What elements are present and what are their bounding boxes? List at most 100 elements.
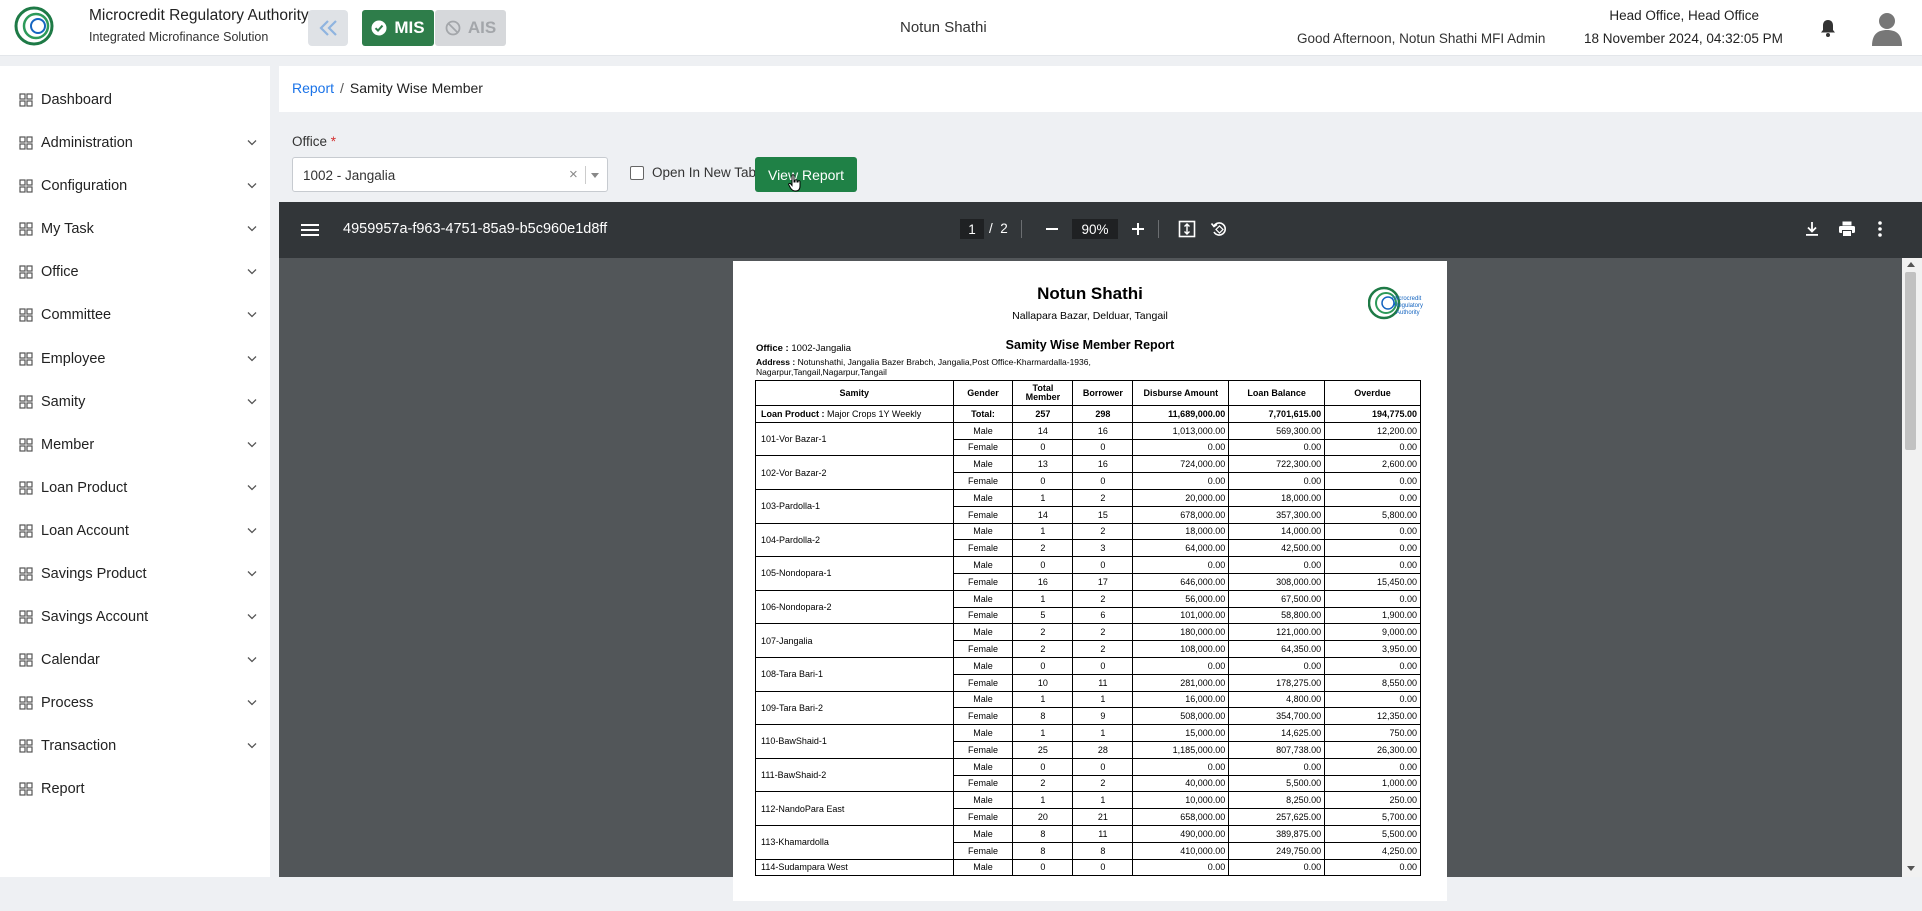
user-avatar-icon[interactable] xyxy=(1870,10,1904,46)
value-cell: 2 xyxy=(1012,623,1074,642)
sidebar-item-configuration[interactable]: Configuration xyxy=(0,170,270,202)
table-row: 101-Vor Bazar-1 Male 14 16 1,013,000.00 569,3… xyxy=(755,421,1421,457)
chevron-down-icon[interactable] xyxy=(591,173,599,178)
view-report-button[interactable]: View Report xyxy=(755,157,857,192)
samity-cell: 110-BawShaid-1 xyxy=(755,724,954,759)
check-circle-icon xyxy=(371,20,387,36)
value-cell: 2 xyxy=(1012,774,1074,793)
breadcrumb-card xyxy=(279,66,1922,112)
value-cell: 26,300.00 xyxy=(1324,740,1421,759)
sidebar-item-savings-account[interactable]: Savings Account xyxy=(0,601,270,633)
svg-text:Authority: Authority xyxy=(1396,310,1420,316)
value-cell: 646,000.00 xyxy=(1132,572,1230,591)
ais-button[interactable]: AIS xyxy=(435,10,506,46)
value-cell: 180,000.00 xyxy=(1132,623,1230,642)
sidebar-item-office[interactable]: Office xyxy=(0,256,270,288)
table-row: 107-Jangalia Male 2 2 180,000.00 121,000.00 9,… xyxy=(755,623,1421,658)
gender-cell: Female xyxy=(952,740,1014,759)
gender-cell: Female xyxy=(952,640,1014,658)
sidebar-collapse-button[interactable] xyxy=(308,10,348,46)
value-cell: 3,950.00 xyxy=(1324,640,1421,658)
value-cell: 1 xyxy=(1012,522,1074,541)
value-cell: 0.00 xyxy=(1324,690,1421,709)
sidebar-item-committee[interactable]: Committee xyxy=(0,299,270,331)
sidebar-item-samity[interactable]: Samity xyxy=(0,386,270,418)
scroll-down-arrow[interactable] xyxy=(1907,866,1915,871)
value-cell: 490,000.00 xyxy=(1132,824,1230,843)
download-icon[interactable] xyxy=(1804,221,1820,237)
toolbar-divider xyxy=(1158,220,1159,238)
value-cell: 11 xyxy=(1072,673,1134,692)
office-select[interactable]: 1002 - Jangalia × xyxy=(292,157,608,192)
total-balance-cell: 7,701,615.00 xyxy=(1228,405,1326,423)
sidebar-item-dashboard[interactable]: Dashboard xyxy=(0,84,270,116)
sidebar-item-savings-product[interactable]: Savings Product xyxy=(0,558,270,590)
more-vertical-icon[interactable] xyxy=(1877,220,1883,238)
value-cell: 16 xyxy=(1072,455,1134,474)
sidebar-item-employee[interactable]: Employee xyxy=(0,343,270,375)
gender-cell: Female xyxy=(952,606,1014,625)
top-header: Microcredit Regulatory Authority Integra… xyxy=(0,0,1922,56)
value-cell: 0 xyxy=(1012,858,1074,877)
value-cell: 0 xyxy=(1072,438,1134,457)
gender-cell: Male xyxy=(952,455,1014,474)
samity-cell: 106-Nondopara-2 xyxy=(755,589,954,625)
report-org-name: Notun Shathi xyxy=(1037,284,1143,303)
chevron-down-icon xyxy=(247,140,257,146)
page-number-input[interactable]: 1 xyxy=(960,219,984,239)
sidebar-item-transaction[interactable]: Transaction xyxy=(0,730,270,762)
loan-account-icon xyxy=(19,524,33,538)
sidebar-item-loan-account[interactable]: Loan Account xyxy=(0,515,270,547)
fit-page-icon[interactable] xyxy=(1178,220,1196,238)
open-new-tab-label: Open In New Tab xyxy=(652,165,757,180)
value-cell: 0.00 xyxy=(1132,656,1230,675)
value-cell: 8 xyxy=(1012,707,1074,726)
gender-cell: Male xyxy=(952,690,1014,709)
zoom-out-icon[interactable] xyxy=(1045,222,1059,236)
samity-icon xyxy=(19,395,33,409)
sidebar-item-administration[interactable]: Administration xyxy=(0,127,270,159)
open-new-tab-checkbox[interactable]: Open In New Tab xyxy=(630,165,756,180)
value-cell: 0.00 xyxy=(1132,858,1230,877)
sidebar-item-my-task[interactable]: My Task xyxy=(0,213,270,245)
gender-cell: Female xyxy=(952,841,1014,860)
value-cell: 569,300.00 xyxy=(1228,421,1326,440)
zoom-in-icon[interactable] xyxy=(1131,222,1145,236)
table-row: 109-Tara Bari-2 Male 1 1 16,000.00 4,800.00 0.… xyxy=(755,690,1421,726)
greeting-text: Good Afternoon, Notun Shathi MFI Admin xyxy=(1297,31,1546,46)
sidebar-item-process[interactable]: Process xyxy=(0,687,270,719)
clear-icon[interactable]: × xyxy=(569,166,578,183)
sidebar-item-report[interactable]: Report xyxy=(0,773,270,805)
value-cell: 0 xyxy=(1012,438,1074,457)
report-table: Samity Gender Total Member Borrower Disburse… xyxy=(755,380,1421,877)
chevron-down-icon xyxy=(247,226,257,232)
rotate-icon[interactable] xyxy=(1210,220,1228,238)
mis-button[interactable]: MIS xyxy=(362,10,434,46)
sidebar-item-label: Member xyxy=(41,437,95,453)
bell-icon[interactable] xyxy=(1818,18,1838,38)
value-cell: 0.00 xyxy=(1228,438,1326,457)
sidebar-item-member[interactable]: Member xyxy=(0,429,270,461)
value-cell: 807,738.00 xyxy=(1228,740,1326,759)
checkbox-box[interactable] xyxy=(630,165,644,180)
value-cell: 0 xyxy=(1012,556,1074,574)
sidebar-item-calendar[interactable]: Calendar xyxy=(0,644,270,676)
print-icon[interactable] xyxy=(1838,220,1856,238)
gender-cell: Female xyxy=(952,808,1014,826)
value-cell: 8,550.00 xyxy=(1324,673,1421,692)
menu-icon[interactable] xyxy=(301,222,319,238)
pdf-filename: 4959957a-f963-4751-85a9-b5c960e1d8ff xyxy=(343,221,608,237)
value-cell: 40,000.00 xyxy=(1132,774,1230,793)
value-cell: 15,000.00 xyxy=(1132,724,1230,742)
breadcrumb-report-link[interactable]: Report xyxy=(292,80,334,96)
value-cell: 17 xyxy=(1072,572,1134,591)
employee-icon xyxy=(19,352,33,366)
sidebar-item-loan-product[interactable]: Loan Product xyxy=(0,472,270,504)
samity-cell: 111-BawShaid-2 xyxy=(755,757,954,793)
scroll-up-arrow[interactable] xyxy=(1907,262,1915,267)
pdf-scrollbar-thumb[interactable] xyxy=(1905,272,1916,450)
value-cell: 1,000.00 xyxy=(1324,774,1421,793)
value-cell: 1 xyxy=(1072,690,1134,709)
column-header: Samity xyxy=(755,380,954,406)
zoom-level[interactable]: 90% xyxy=(1072,219,1118,239)
